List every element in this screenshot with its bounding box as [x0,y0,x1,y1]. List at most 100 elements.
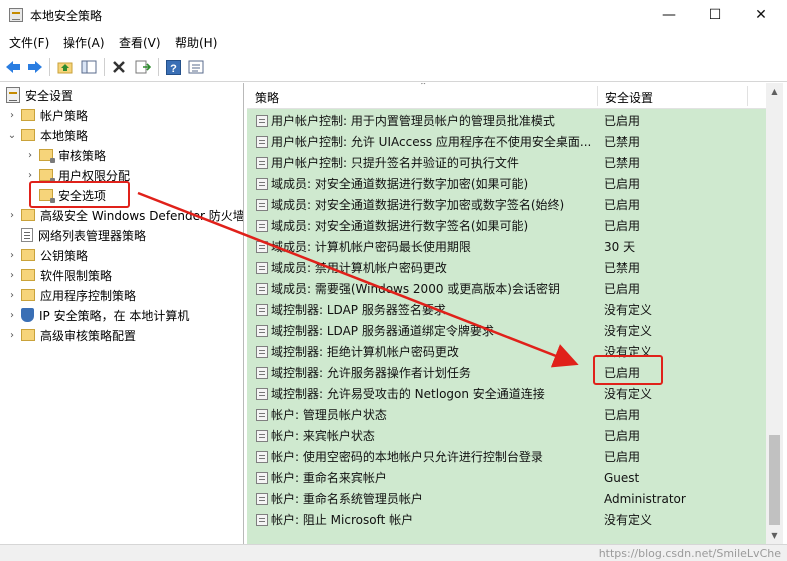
tree-item-public-key[interactable]: › 公钥策略 [6,245,88,265]
sort-ascending-icon: ⌃ [419,83,428,92]
policy-row[interactable]: 帐户: 阻止 Microsoft 帐户 没有定义 [247,509,764,530]
policy-row[interactable]: 用户帐户控制: 只提升签名并验证的可执行文件 已禁用 [247,152,764,173]
tree-item-network-list[interactable]: 网络列表管理器策略 [6,225,146,245]
list-header: ⌃ 策略 安全设置 [247,83,783,109]
tree-item-firewall[interactable]: › 高级安全 Windows Defender 防火墙 [6,205,243,225]
document-icon [21,228,33,242]
close-button[interactable]: ✕ [738,0,784,30]
policy-setting-icon [256,513,268,526]
vertical-scrollbar[interactable]: ▲ ▼ [766,83,783,544]
policy-row[interactable]: 帐户: 使用空密码的本地帐户只允许进行控制台登录 已启用 [247,446,764,467]
chevron-right-icon[interactable]: › [24,170,36,181]
policy-name: 域控制器: LDAP 服务器通道绑定令牌要求 [271,324,494,338]
policy-setting-icon [256,114,268,127]
policy-row[interactable]: 域成员: 对安全通道数据进行数字加密(如果可能) 已启用 [247,173,764,194]
show-hide-tree-icon[interactable] [79,57,99,77]
tree-item-audit-policy[interactable]: › 审核策略 [24,145,106,165]
chevron-down-icon[interactable]: ⌄ [6,130,18,141]
chevron-right-icon[interactable]: › [6,330,18,341]
policy-name: 帐户: 阻止 Microsoft 帐户 [271,513,414,527]
policy-name: 域控制器: 允许服务器操作者计划任务 [271,366,471,380]
up-folder-icon[interactable] [55,57,75,77]
policy-folder-icon [39,169,55,183]
tree-item-local-policy[interactable]: ⌄ 本地策略 [6,125,88,145]
policy-row[interactable]: 用户帐户控制: 用于内置管理员帐户的管理员批准模式 已启用 [247,110,764,131]
tree-label: 安全选项 [58,188,107,203]
tree-item-account-policy[interactable]: › 帐户策略 [6,105,88,125]
policy-setting-icon [256,387,268,400]
folder-icon [21,129,35,141]
security-settings-icon [6,87,20,103]
folder-icon [21,209,35,221]
policy-setting-icon [256,261,268,274]
menu-bar: 文件(F) 操作(A) 查看(V) 帮助(H) [0,30,787,52]
toolbar: ? [0,52,787,82]
tree-label: 用户权限分配 [58,168,131,183]
scroll-up-icon[interactable]: ▲ [766,83,783,100]
chevron-right-icon[interactable]: › [24,150,36,161]
policy-setting-value: 已启用 [604,408,641,422]
tree-root-security-settings[interactable]: 安全设置 [6,85,73,105]
toolbar-separator [49,58,50,76]
policy-row[interactable]: 帐户: 管理员帐户状态 已启用 [247,404,764,425]
policy-name: 域控制器: LDAP 服务器签名要求 [271,303,446,317]
column-header-setting[interactable]: 安全设置 [605,89,653,106]
policy-name: 域成员: 对安全通道数据进行数字签名(如果可能) [271,219,529,233]
scrollbar-thumb[interactable] [769,435,780,525]
chevron-right-icon[interactable]: › [6,310,18,321]
policy-row[interactable]: 用户帐户控制: 允许 UIAccess 应用程序在不使用安全桌面... 已禁用 [247,131,764,152]
policy-row[interactable]: 帐户: 重命名系统管理员帐户 Administrator [247,488,764,509]
column-divider[interactable] [747,86,748,106]
policy-setting-value: 已启用 [604,177,641,191]
menu-help[interactable]: 帮助(H) [175,34,217,51]
tree-item-ip-security[interactable]: › IP 安全策略，在 本地计算机 [6,305,189,325]
policy-row[interactable]: 帐户: 来宾帐户状态 已启用 [247,425,764,446]
policy-setting-value: 没有定义 [604,324,653,338]
chevron-right-icon[interactable]: › [6,250,18,261]
back-arrow-icon[interactable] [3,57,23,77]
policy-row[interactable]: 域成员: 禁用计算机帐户密码更改 已禁用 [247,257,764,278]
scroll-down-icon[interactable]: ▼ [766,527,783,544]
delete-icon[interactable] [109,57,129,77]
policy-row[interactable]: 域成员: 需要强(Windows 2000 或更高版本)会话密钥 已启用 [247,278,764,299]
chevron-right-icon[interactable]: › [6,210,18,221]
policy-row[interactable]: 域成员: 对安全通道数据进行数字加密或数字签名(始终) 已启用 [247,194,764,215]
policy-setting-value: 已启用 [604,450,641,464]
chevron-right-icon[interactable]: › [6,110,18,121]
help-icon[interactable]: ? [163,57,183,77]
policy-row[interactable]: 域控制器: 拒绝计算机帐户密码更改 没有定义 [247,341,764,362]
properties-icon[interactable] [186,57,206,77]
forward-arrow-icon[interactable] [25,57,45,77]
tree-item-app-control[interactable]: › 应用程序控制策略 [6,285,136,305]
menu-view[interactable]: 查看(V) [119,34,161,51]
policy-name: 域成员: 对安全通道数据进行数字加密(如果可能) [271,177,529,191]
policy-row[interactable]: 帐户: 重命名来宾帐户 Guest [247,467,764,488]
chevron-right-icon[interactable]: › [6,290,18,301]
policy-row[interactable]: 域控制器: 允许服务器操作者计划任务 已启用 [247,362,764,383]
policy-row[interactable]: 域成员: 计算机帐户密码最长使用期限 30 天 [247,236,764,257]
policy-row[interactable]: 域控制器: 允许易受攻击的 Netlogon 安全通道连接 没有定义 [247,383,764,404]
toolbar-separator [158,58,159,76]
column-header-policy[interactable]: 策略 [255,89,279,106]
menu-file[interactable]: 文件(F) [9,34,49,51]
tree-item-software-restriction[interactable]: › 软件限制策略 [6,265,112,285]
policy-setting-value: 已禁用 [604,156,641,170]
policy-setting-value: 已启用 [604,366,641,380]
tree-item-security-options[interactable]: 安全选项 [24,185,106,205]
policy-row[interactable]: 域控制器: LDAP 服务器签名要求 没有定义 [247,299,764,320]
export-list-icon[interactable] [133,57,153,77]
policy-folder-icon [39,189,55,203]
minimize-button[interactable]: — [646,0,692,30]
policy-setting-icon [256,345,268,358]
policy-setting-value: 没有定义 [604,345,653,359]
menu-action[interactable]: 操作(A) [63,34,105,51]
tree-item-user-rights[interactable]: › 用户权限分配 [24,165,130,185]
policy-name: 用户帐户控制: 允许 UIAccess 应用程序在不使用安全桌面... [271,135,592,149]
policy-row[interactable]: 域成员: 对安全通道数据进行数字签名(如果可能) 已启用 [247,215,764,236]
policy-row[interactable]: 域控制器: LDAP 服务器通道绑定令牌要求 没有定义 [247,320,764,341]
column-divider[interactable] [597,86,598,106]
tree-label: 应用程序控制策略 [40,288,137,303]
chevron-right-icon[interactable]: › [6,270,18,281]
tree-item-advanced-audit[interactable]: › 高级审核策略配置 [6,325,136,345]
maximize-button[interactable]: ☐ [692,0,738,30]
